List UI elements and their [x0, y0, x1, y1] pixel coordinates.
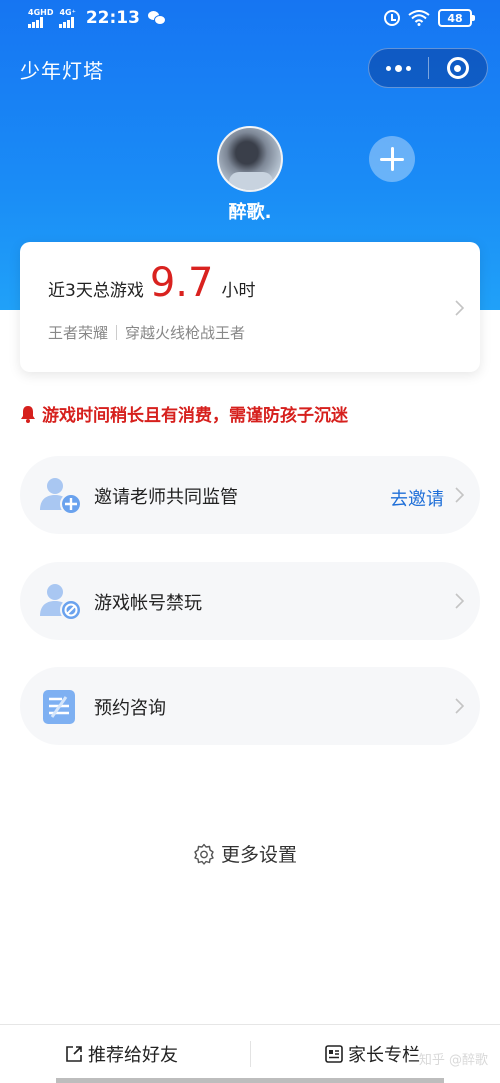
menu-item-label: 邀请老师共同监管	[94, 487, 238, 508]
menu-item-consult[interactable]: 预约咨询	[20, 667, 480, 745]
avatar[interactable]	[217, 126, 283, 192]
game-divider	[116, 325, 118, 340]
alarm-icon	[384, 10, 400, 26]
status-time: 22:13	[85, 8, 140, 28]
home-indicator	[56, 1078, 444, 1083]
game-name: 王者荣耀	[48, 324, 109, 342]
menu-item-ban-account[interactable]: 游戏帐号禁玩	[20, 562, 480, 640]
signal-icon: 4GHD	[28, 7, 54, 28]
share-label: 推荐给好友	[88, 1045, 178, 1066]
article-icon	[325, 1045, 343, 1063]
game-stats-card[interactable]: 近3天总游戏 9.7 小时 王者荣耀 穿越火线枪战王者	[20, 242, 480, 372]
share-icon	[66, 1046, 82, 1062]
games-list: 王者荣耀 穿越火线枪战王者	[48, 322, 245, 343]
bottom-bar: 推荐给好友 家长专栏 知乎 @醉歌	[0, 1024, 500, 1083]
stats-unit: 小时	[221, 281, 256, 301]
more-settings-label: 更多设置	[221, 844, 298, 866]
chevron-right-icon	[455, 300, 464, 316]
menu-item-invite-teacher[interactable]: 邀请老师共同监管 去邀请	[20, 456, 480, 534]
plus-icon	[380, 147, 404, 171]
chevron-right-icon	[455, 593, 464, 609]
ban-account-icon	[40, 584, 82, 621]
close-target-icon[interactable]	[428, 49, 487, 87]
network-type-2: 4G⁺	[59, 7, 76, 17]
stats-label: 近3天总游戏	[48, 281, 144, 301]
watermark: 知乎 @醉歌	[418, 1053, 488, 1068]
parent-column-label: 家长专栏	[348, 1045, 420, 1066]
more-dots-icon[interactable]	[369, 49, 428, 87]
wechat-icon	[147, 11, 166, 25]
battery-icon: 48	[438, 9, 475, 27]
chevron-right-icon	[455, 487, 464, 503]
child-name[interactable]: 醉歌.	[200, 198, 300, 224]
status-bar: 4GHD 4G⁺ 22:13 48	[0, 0, 500, 40]
bell-icon	[21, 405, 35, 423]
page-title: 少年灯塔	[20, 59, 104, 83]
invite-action-link[interactable]: 去邀请	[390, 485, 444, 511]
more-settings-button[interactable]: 更多设置	[193, 840, 297, 867]
stats-value: 9.7	[149, 260, 214, 306]
invite-teacher-icon	[40, 478, 82, 515]
signal-icon-2: 4G⁺	[59, 7, 76, 28]
share-to-friends-button[interactable]: 推荐给好友	[64, 1041, 178, 1067]
mini-program-capsule	[368, 48, 488, 88]
menu-item-label: 预约咨询	[94, 698, 166, 719]
chevron-right-icon	[455, 698, 464, 714]
add-child-button[interactable]	[369, 136, 415, 182]
stats-summary: 近3天总游戏 9.7 小时	[48, 260, 255, 306]
warning-message: 游戏时间稍长且有消费，需谨防孩子沉迷	[20, 401, 348, 426]
consult-icon	[43, 690, 75, 724]
gear-icon	[194, 843, 214, 865]
wifi-icon	[408, 10, 430, 26]
game-name: 穿越火线枪战王者	[125, 324, 246, 342]
warning-text: 游戏时间稍长且有消费，需谨防孩子沉迷	[42, 406, 348, 426]
menu-item-label: 游戏帐号禁玩	[94, 593, 202, 614]
bottom-divider	[250, 1041, 251, 1067]
parent-column-button[interactable]: 家长专栏	[324, 1041, 420, 1067]
network-type-1: 4GHD	[28, 7, 54, 17]
